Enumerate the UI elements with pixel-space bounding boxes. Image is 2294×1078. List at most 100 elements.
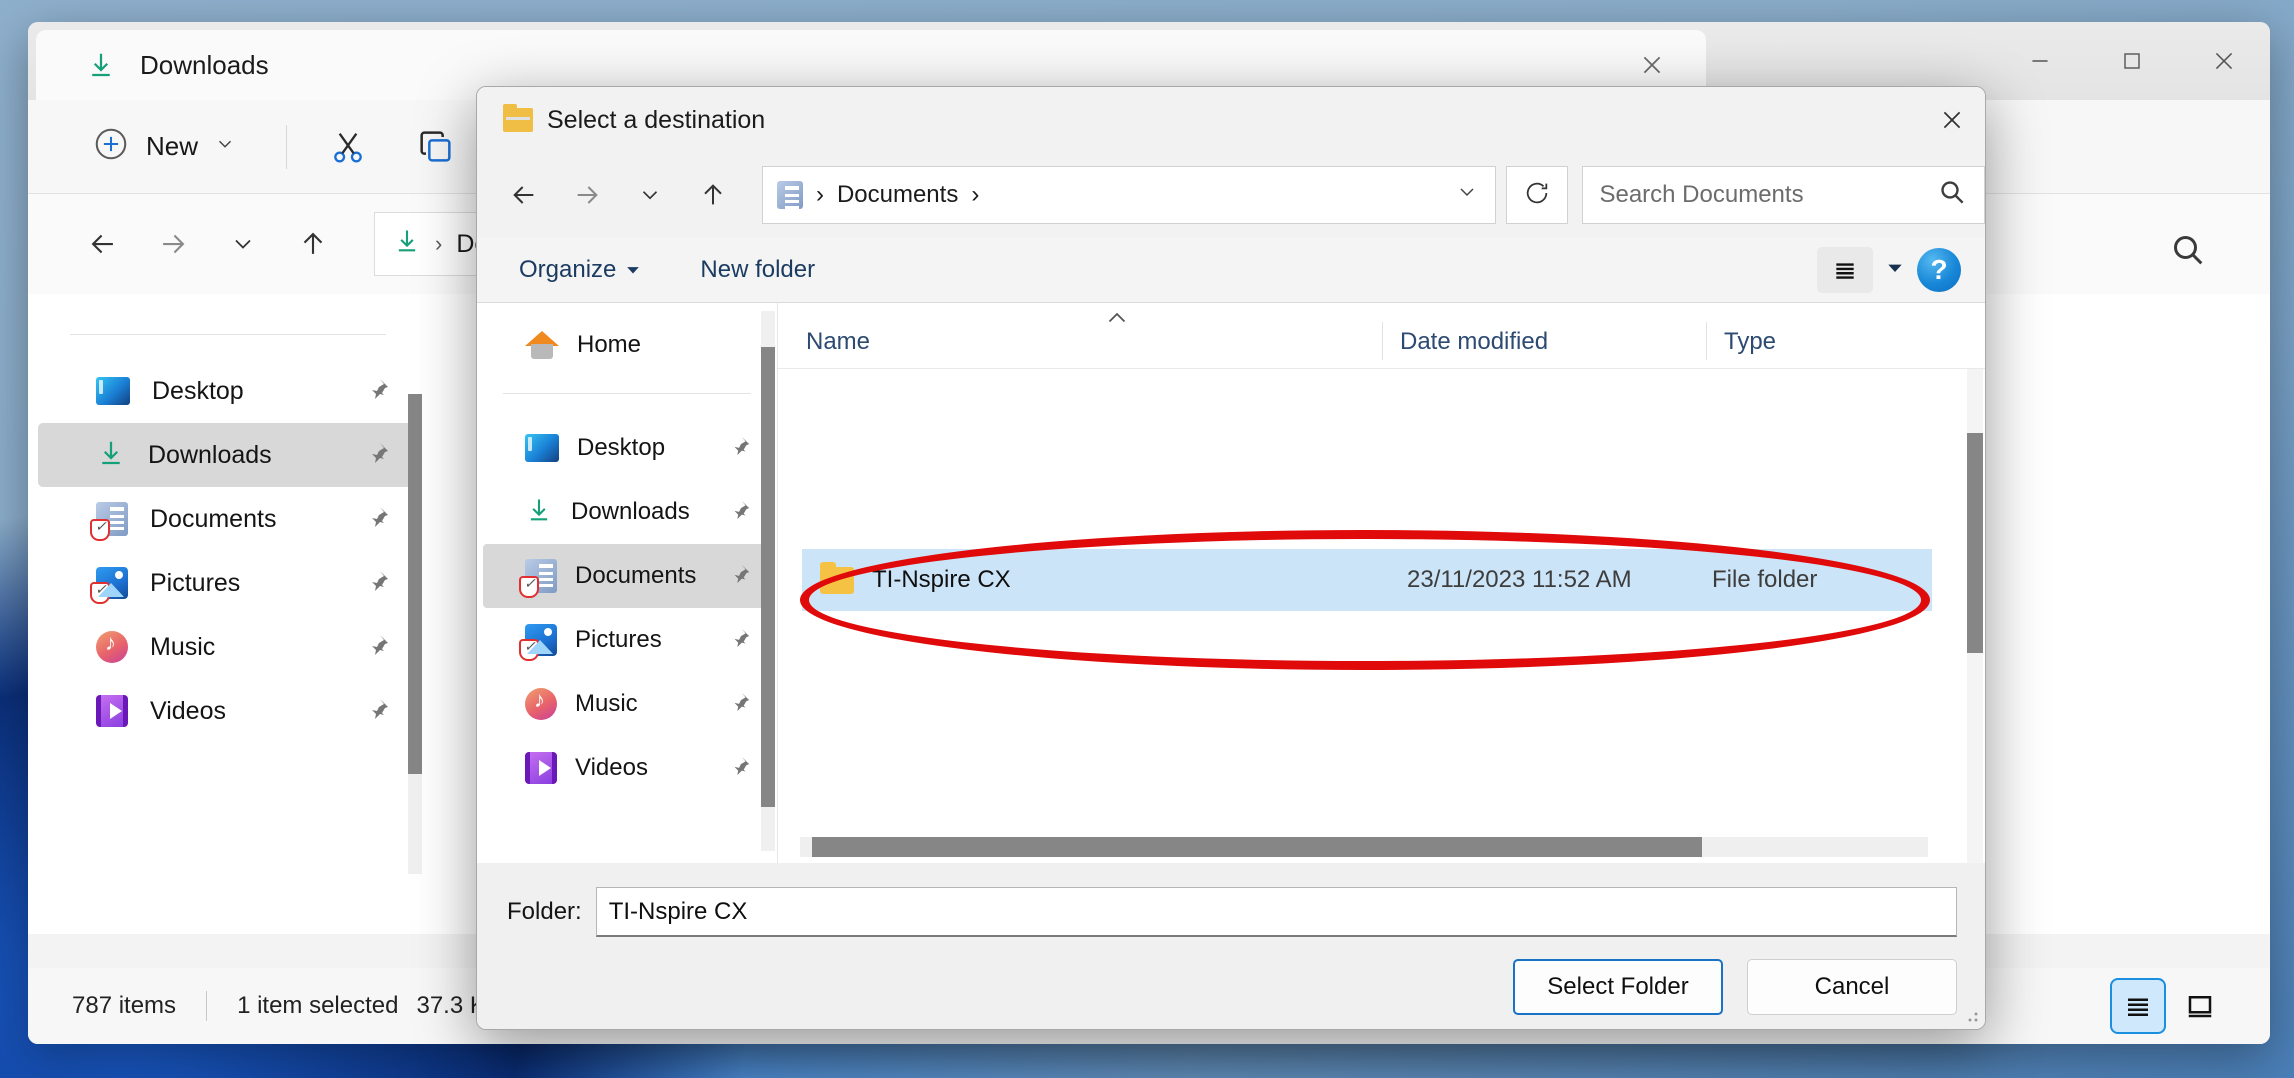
- sidebar-item-pictures[interactable]: Pictures: [38, 551, 418, 615]
- file-list-vertical-scrollbar[interactable]: [1967, 369, 1983, 863]
- search-placeholder: Search Documents: [1599, 181, 1804, 208]
- details-view-icon[interactable]: [2110, 978, 2166, 1034]
- music-icon: [96, 630, 128, 663]
- nav-pane-scroll-thumb[interactable]: [408, 394, 422, 774]
- dialog-recent-button[interactable]: [618, 163, 681, 227]
- resize-grip-icon[interactable]: [1961, 1005, 1979, 1023]
- videos-icon: [525, 752, 557, 784]
- column-header-type[interactable]: Type: [1706, 322, 1776, 360]
- file-list-horizontal-scroll-thumb[interactable]: [812, 837, 1702, 857]
- pin-icon[interactable]: [366, 697, 390, 726]
- documents-icon: [776, 181, 803, 209]
- folder-input[interactable]: TI-Nspire CX: [595, 887, 1957, 937]
- sidebar-item-label: Pictures: [150, 568, 241, 597]
- sidebar-item-music[interactable]: Music: [38, 615, 418, 679]
- recent-locations-button[interactable]: [208, 209, 278, 279]
- preview-pane-icon[interactable]: [2174, 980, 2226, 1032]
- scissors-icon[interactable]: [317, 116, 379, 178]
- search-icon[interactable]: [2168, 230, 2208, 275]
- home-icon: [525, 331, 559, 359]
- list-view-icon[interactable]: [1817, 247, 1873, 293]
- sidebar-item-downloads[interactable]: Downloads: [38, 423, 418, 487]
- minimize-icon[interactable]: [1994, 22, 2086, 100]
- search-input[interactable]: Search Documents: [1582, 166, 1985, 224]
- breadcrumb-documents[interactable]: Documents: [837, 181, 958, 209]
- new-button-label: New: [146, 131, 199, 161]
- up-button[interactable]: [278, 209, 348, 279]
- sidebar-item-videos[interactable]: Videos: [38, 679, 418, 743]
- pin-icon[interactable]: [729, 563, 751, 590]
- pin-icon[interactable]: [729, 691, 751, 718]
- refresh-button[interactable]: [1505, 166, 1569, 224]
- nav-pane-scrollbar[interactable]: [408, 394, 422, 874]
- tree-item-pictures[interactable]: Pictures: [483, 608, 771, 672]
- tree-item-downloads[interactable]: Downloads: [483, 480, 771, 544]
- cancel-button[interactable]: Cancel: [1747, 959, 1957, 1015]
- file-name: TI-Nspire CX: [872, 566, 1011, 593]
- tree-item-documents[interactable]: Documents: [483, 544, 771, 608]
- maximize-icon[interactable]: [2086, 22, 2178, 100]
- tree-item-label: Documents: [575, 562, 697, 589]
- tree-item-label: Videos: [575, 754, 648, 781]
- organize-button[interactable]: Organize: [501, 248, 658, 292]
- tree-item-label: Home: [577, 331, 642, 358]
- tree-item-videos[interactable]: Videos: [483, 736, 771, 800]
- forward-button[interactable]: [138, 209, 208, 279]
- tree-divider: [503, 393, 751, 394]
- dialog-forward-button[interactable]: [556, 163, 619, 227]
- close-icon[interactable]: [2178, 22, 2270, 100]
- file-list-header: Name Date modified Type: [778, 303, 1985, 369]
- caret-down-icon[interactable]: [1887, 260, 1903, 281]
- dialog-button-row: Select Folder Cancel: [477, 937, 1985, 1015]
- documents-icon: [519, 559, 557, 598]
- explorer-tab-label: Downloads: [140, 49, 269, 80]
- pin-icon[interactable]: [729, 499, 751, 526]
- plus-circle-icon: [92, 125, 130, 168]
- folder-row: Folder: TI-Nspire CX: [477, 863, 1985, 937]
- back-button[interactable]: [68, 209, 138, 279]
- pin-icon[interactable]: [366, 633, 390, 662]
- search-icon[interactable]: [1936, 176, 1968, 215]
- tree-scrollbar[interactable]: [761, 311, 775, 851]
- pin-icon[interactable]: [729, 435, 751, 462]
- pin-icon[interactable]: [729, 627, 751, 654]
- chevron-down-icon[interactable]: [1455, 180, 1479, 211]
- caret-down-icon: [626, 256, 640, 284]
- dialog-close-button[interactable]: [1919, 87, 1985, 153]
- dialog-toolbar: Organize New folder ?: [477, 237, 1985, 303]
- dialog-back-button[interactable]: [493, 163, 556, 227]
- tree-scroll-thumb[interactable]: [761, 347, 775, 807]
- file-list-vertical-scroll-thumb[interactable]: [1967, 433, 1983, 653]
- select-folder-button[interactable]: Select Folder: [1513, 959, 1723, 1015]
- dialog-up-button[interactable]: [681, 163, 744, 227]
- copy-icon[interactable]: [405, 116, 467, 178]
- breadcrumb-separator: ›: [435, 231, 443, 256]
- sidebar-item-label: Documents: [150, 504, 277, 533]
- organize-label: Organize: [519, 255, 617, 283]
- file-list-horizontal-scrollbar[interactable]: [800, 837, 1928, 857]
- pin-icon[interactable]: [366, 441, 390, 470]
- pin-icon[interactable]: [366, 377, 390, 406]
- column-header-date-modified[interactable]: Date modified: [1382, 322, 1548, 360]
- help-icon[interactable]: ?: [1917, 248, 1961, 292]
- sidebar-item-desktop[interactable]: Desktop: [38, 359, 418, 423]
- dialog-body: Home Desktop Downloads ✓ Documents ✓ Pic…: [477, 303, 1985, 863]
- tree-item-desktop[interactable]: Desktop: [483, 416, 771, 480]
- window-controls: [1994, 22, 2270, 100]
- downloads-icon: [525, 496, 553, 529]
- tab-close-icon[interactable]: [1632, 45, 1672, 85]
- table-row[interactable]: TI-Nspire CX 23/11/2023 11:52 AM File fo…: [802, 549, 1932, 611]
- tree-item-home[interactable]: Home: [483, 313, 771, 377]
- new-button[interactable]: New: [72, 115, 256, 178]
- pin-icon[interactable]: [366, 569, 390, 598]
- pin-icon[interactable]: [729, 755, 751, 782]
- refresh-icon: [1523, 179, 1551, 212]
- pin-icon[interactable]: [366, 505, 390, 534]
- tree-item-music[interactable]: Music: [483, 672, 771, 736]
- dialog-footer: Folder: TI-Nspire CX Select Folder Cance…: [477, 863, 1985, 1029]
- column-header-name[interactable]: Name: [806, 328, 870, 356]
- new-folder-button[interactable]: New folder: [682, 248, 833, 292]
- caret-up-icon: [1108, 307, 1126, 328]
- sidebar-item-documents[interactable]: Documents: [38, 487, 418, 551]
- dialog-address-bar[interactable]: › Documents ›: [761, 166, 1496, 224]
